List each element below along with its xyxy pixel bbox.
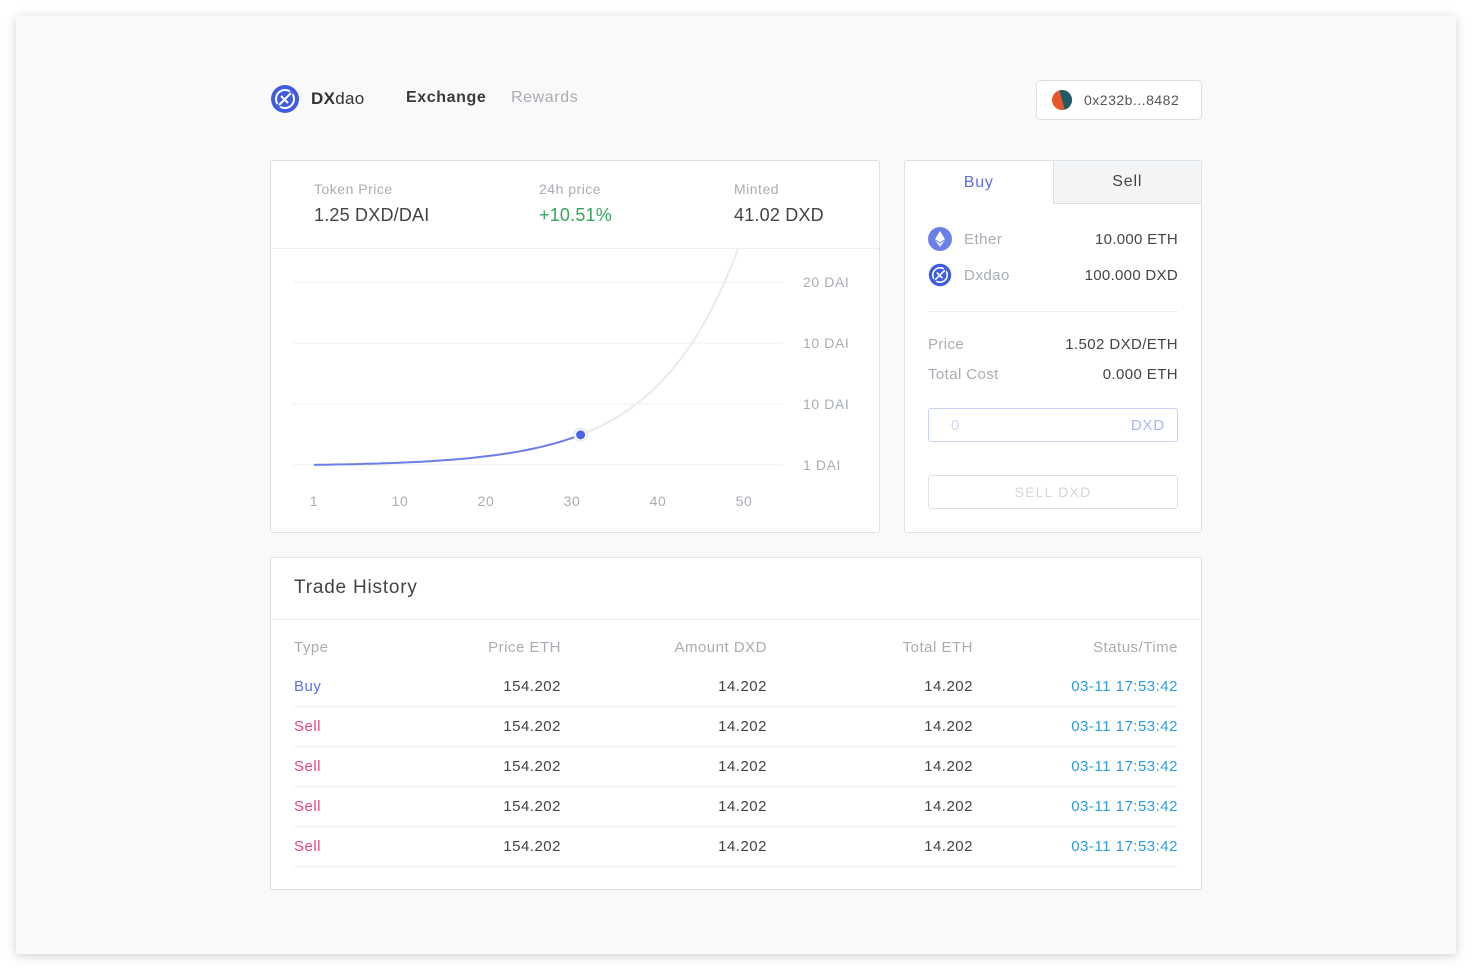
table-row[interactable]: Sell 154.202 14.202 14.202 03-11 17:53:4… (294, 787, 1178, 827)
brand-logo[interactable]: DXdao (270, 84, 364, 114)
trade-type: Sell (294, 798, 322, 815)
table-row[interactable]: Sell 154.202 14.202 14.202 03-11 17:53:4… (294, 747, 1178, 787)
trade-tabs: Buy Sell (905, 161, 1201, 204)
total-cost-label: Total Cost (928, 366, 999, 383)
trade-history-panel: Trade History Type Price ETH Amount DXD … (270, 557, 1202, 890)
bonding-curve-chart: 20 DAI 10 DAI 10 DAI 1 DAI 1 10 20 30 40 50 (293, 249, 849, 509)
stat-minted: Minted 41.02 DXD (734, 181, 824, 226)
total-cost-value: 0.000 ETH (1102, 366, 1178, 383)
y-tick-label: 10 DAI (803, 396, 849, 412)
trade-divider (928, 311, 1178, 312)
nav-exchange[interactable]: Exchange (406, 89, 486, 107)
trade-total: 14.202 (924, 718, 973, 735)
token-price-value: 1.25 DXD/DAI (314, 205, 430, 225)
table-row[interactable]: Buy 154.202 14.202 14.202 03-11 17:53:42 (294, 667, 1178, 707)
trade-total: 14.202 (924, 678, 973, 695)
trade-type: Buy (294, 678, 322, 695)
table-row[interactable]: Sell 154.202 14.202 14.202 03-11 17:53:4… (294, 827, 1178, 867)
x-tick-label: 50 (736, 493, 753, 509)
column-header-type: Type (294, 638, 329, 656)
trade-panel: Buy Sell Ether 10.000 ETH Dxdao 100.000 … (904, 160, 1202, 533)
y-tick-label: 20 DAI (803, 274, 849, 290)
token-stats: Token Price 1.25 DXD/DAI 24h price +10.5… (271, 161, 879, 249)
asset-row-ether: Ether 10.000 ETH (928, 226, 1178, 252)
x-tick-label: 10 (392, 493, 409, 509)
column-header-status-time: Status/Time (1093, 638, 1178, 656)
trade-amount: 14.202 (718, 718, 767, 735)
sell-dxd-button[interactable]: SELL DXD (928, 475, 1178, 509)
ether-icon (928, 227, 952, 251)
column-header-price: Price ETH (488, 638, 561, 656)
x-tick-label: 40 (650, 493, 667, 509)
tab-sell[interactable]: Sell (1052, 161, 1201, 204)
wallet-button[interactable]: 0x232b...8482 (1036, 80, 1202, 120)
asset-row-dxdao: Dxdao 100.000 DXD (928, 262, 1178, 288)
wallet-avatar-icon (1052, 90, 1072, 110)
curve-future (580, 249, 739, 436)
column-header-amount: Amount DXD (674, 638, 767, 656)
tab-buy[interactable]: Buy (905, 161, 1053, 204)
price-label: Price (928, 336, 965, 353)
amount-placeholder: 0 (951, 416, 960, 434)
stat-token-price: Token Price 1.25 DXD/DAI (314, 181, 429, 226)
trade-amount: 14.202 (718, 758, 767, 775)
amount-unit-label: DXD (1130, 416, 1165, 434)
brand-name: DXdao (311, 89, 365, 108)
stat-24h-price: 24h price +10.51% (539, 181, 612, 226)
asset-name-dxdao: Dxdao (964, 266, 1010, 284)
token-price-label: Token Price (314, 181, 393, 197)
trade-total: 14.202 (924, 838, 973, 855)
asset-amount-dxdao: 100.000 DXD (1084, 266, 1178, 284)
trade-time-link[interactable]: 03-11 17:53:42 (1071, 667, 1178, 706)
trade-type: Sell (294, 838, 322, 855)
minted-value: 41.02 DXD (734, 205, 824, 225)
minted-label: Minted (734, 181, 780, 197)
y-tick-label: 10 DAI (803, 335, 849, 351)
trade-price: 154.202 (503, 678, 561, 695)
asset-amount-ether: 10.000 ETH (1094, 230, 1178, 248)
total-cost-row: Total Cost 0.000 ETH (928, 366, 1178, 383)
asset-name-ether: Ether (964, 230, 1003, 248)
price-row: Price 1.502 DXD/ETH (928, 336, 1178, 353)
price-value: 1.502 DXD/ETH (1065, 336, 1178, 353)
trade-time-link[interactable]: 03-11 17:53:42 (1071, 747, 1178, 786)
nav-rewards[interactable]: Rewards (511, 89, 578, 107)
trade-type: Sell (294, 758, 322, 775)
wallet-address: 0x232b...8482 (1084, 92, 1180, 108)
price-chart-panel: Token Price 1.25 DXD/DAI 24h price +10.5… (270, 160, 880, 533)
x-tick-label: 30 (564, 493, 581, 509)
history-divider (271, 619, 1201, 620)
price-change-label: 24h price (539, 181, 602, 197)
app-window: DXdao Exchange Rewards 0x232b...8482 Tok… (16, 16, 1456, 954)
trade-total: 14.202 (924, 798, 973, 815)
dxdao-icon (928, 263, 952, 287)
table-row[interactable]: Sell 154.202 14.202 14.202 03-11 17:53:4… (294, 707, 1178, 747)
column-header-total: Total ETH (902, 638, 973, 656)
x-tick-label: 20 (478, 493, 495, 509)
amount-input[interactable]: 0 DXD (928, 408, 1178, 442)
curve-past (313, 433, 581, 466)
trade-time-link[interactable]: 03-11 17:53:42 (1071, 787, 1178, 826)
trade-time-link[interactable]: 03-11 17:53:42 (1071, 827, 1178, 866)
trade-type: Sell (294, 718, 322, 735)
dxdao-logo-icon (271, 85, 299, 113)
x-tick-label: 1 (310, 493, 318, 509)
trade-amount: 14.202 (718, 838, 767, 855)
trade-price: 154.202 (503, 838, 561, 855)
trade-time-link[interactable]: 03-11 17:53:42 (1071, 707, 1178, 746)
current-price-marker (576, 430, 586, 440)
trade-price: 154.202 (503, 798, 561, 815)
table-header: Type Price ETH Amount DXD Total ETH Stat… (294, 627, 1178, 667)
trade-price: 154.202 (503, 718, 561, 735)
trade-amount: 14.202 (718, 798, 767, 815)
y-tick-label: 1 DAI (803, 457, 841, 473)
price-change-value: +10.51% (539, 205, 612, 225)
trade-price: 154.202 (503, 758, 561, 775)
trade-history-title: Trade History (294, 577, 418, 598)
trade-amount: 14.202 (718, 678, 767, 695)
trade-total: 14.202 (924, 758, 973, 775)
